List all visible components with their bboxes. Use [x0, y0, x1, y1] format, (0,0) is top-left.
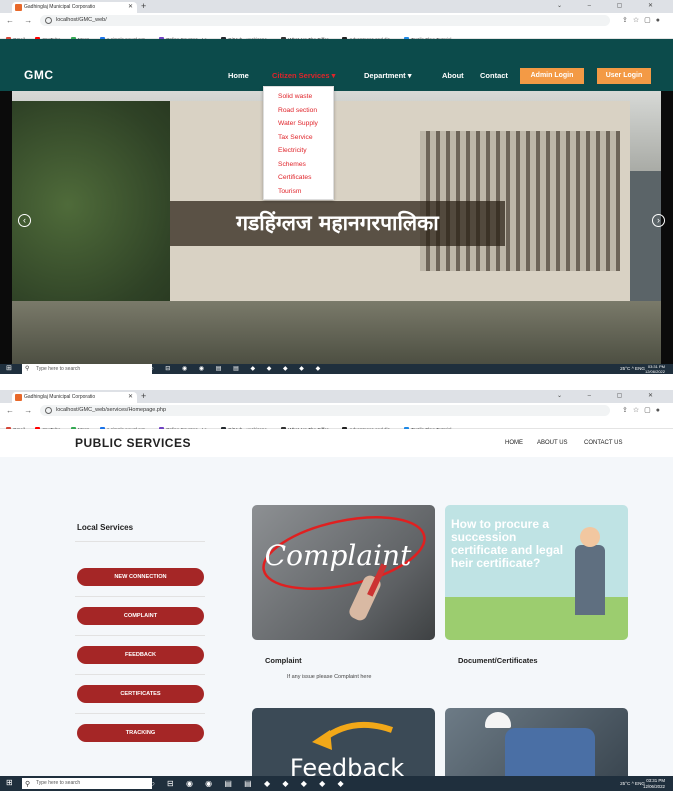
windows-start-icon[interactable]: ⊞ — [6, 779, 14, 787]
windows-start-icon[interactable]: ⊞ — [6, 365, 14, 373]
feedback-button[interactable]: FEEDBACK — [77, 646, 204, 664]
certificate-card-title[interactable]: Document/Certificates — [458, 656, 538, 665]
svg-text:Complaint: Complaint — [265, 539, 412, 572]
url-text: localhost/GMC_web/ — [56, 17, 107, 23]
nav-department[interactable]: Department ▾ — [364, 60, 412, 91]
hero-ground — [0, 301, 673, 364]
dropdown-item-water-supply[interactable]: Water Supply — [264, 117, 333, 131]
sidebar-divider — [75, 596, 205, 597]
browser-actions[interactable]: ⇪☆▢● — [622, 14, 665, 27]
address-bar-row: ← → ⟳ localhost/GMC_web/services/Homepag… — [0, 403, 673, 418]
browser-tab-bar: Gadhinglaj Municipal Corporatio ✕ + ⌄ – … — [0, 0, 673, 13]
nav-about[interactable]: About — [442, 60, 464, 91]
citizen-services-dropdown: Solid waste Road section Water Supply Ta… — [263, 86, 334, 200]
gmc-navbar: GMC Home Citizen Services ▾ Department ▾… — [0, 60, 673, 91]
system-tray[interactable]: 25°C ^ ENG — [620, 776, 645, 791]
card-worker — [505, 728, 595, 778]
sidebar-divider — [75, 635, 205, 636]
complaint-card-desc: If any issue please Complaint here — [287, 674, 372, 680]
bookmarks-bar: Gmail YouTube Maps A simple newsl.net...… — [0, 418, 673, 432]
new-connection-button[interactable]: NEW CONNECTION — [77, 568, 204, 586]
hero-title: गडहिंग्लज महानगरपालिका — [236, 211, 439, 235]
card-person-head — [580, 527, 600, 547]
taskbar: ⊞ ⚲ Type here to search ○ ⊟ ◉ ◉ ▤ ▤ ◆ ◆ … — [0, 364, 673, 374]
ps-nav-home[interactable]: HOME — [505, 440, 523, 446]
user-login-button[interactable]: User Login — [597, 68, 651, 84]
url-field[interactable]: localhost/GMC_web/services/Homepage.php — [40, 405, 610, 416]
taskbar-search[interactable]: ⚲ Type here to search — [22, 364, 152, 374]
new-tab-icon[interactable]: + — [141, 0, 146, 12]
ps-nav-about[interactable]: ABOUT US — [537, 440, 568, 446]
favicon-icon — [15, 394, 22, 401]
taskbar: ⊞ ⚲ Type here to search ○ ⊟ ◉ ◉ ▤ ▤ ◆ ◆ … — [0, 776, 673, 791]
sidebar-divider — [75, 713, 205, 714]
dropdown-item-electricity[interactable]: Electricity — [264, 144, 333, 158]
bookmarks-bar: Gmail YouTube Maps A simple newsl.net...… — [0, 28, 673, 42]
url-field[interactable]: localhost/GMC_web/ — [40, 15, 610, 26]
hero-right-edge — [661, 91, 673, 364]
search-icon: ⚲ — [25, 366, 30, 372]
sidebar-divider — [75, 541, 205, 542]
search-icon: ⚲ — [25, 781, 31, 788]
card-helmet — [485, 712, 511, 728]
dropdown-item-certificates[interactable]: Certificates — [264, 171, 333, 185]
hero-carousel: गडहिंग्लज महानगरपालिका ‹ › — [0, 91, 673, 364]
browser-tab[interactable]: Gadhinglaj Municipal Corporatio ✕ — [12, 392, 137, 403]
taskbar-search[interactable]: ⚲ Type here to search — [22, 778, 152, 789]
address-bar-row: ← → ⟳ localhost/GMC_web/ ⇪☆▢● — [0, 13, 673, 28]
feedback-card-image[interactable]: Feedback — [252, 708, 435, 778]
complaint-button[interactable]: COMPLAINT — [77, 607, 204, 625]
ps-site-title[interactable]: PUBLIC SERVICES — [75, 436, 191, 450]
close-tab-icon[interactable]: ✕ — [128, 392, 133, 403]
favicon-icon — [15, 4, 22, 11]
screenshot-public-services: Gadhinglaj Municipal Corporatio ✕ + ⌄ – … — [0, 390, 673, 791]
nav-home[interactable]: Home — [228, 60, 249, 91]
clock[interactable]: 03:31 PM 12/06/2022 — [645, 364, 665, 374]
site-info-icon[interactable] — [45, 407, 52, 414]
browser-tab-bar: Gadhinglaj Municipal Corporatio ✕ + ⌄ – … — [0, 390, 673, 403]
ps-nav-contact[interactable]: CONTACT US — [584, 440, 622, 446]
carousel-prev-icon[interactable]: ‹ — [18, 214, 31, 227]
sidebar-heading: Local Services — [77, 523, 134, 532]
svg-text:Feedback: Feedback — [290, 754, 404, 778]
window-controls[interactable]: ⌄ – ▢ ✕ — [557, 0, 665, 12]
site-info-icon[interactable] — [45, 17, 52, 24]
site-top-strip — [0, 39, 673, 60]
system-tray[interactable]: 25°C ^ ENG — [620, 364, 645, 374]
ps-header: PUBLIC SERVICES HOME ABOUT US CONTACT US — [0, 429, 673, 457]
nav-contact[interactable]: Contact — [480, 60, 508, 91]
complaint-card-title[interactable]: Complaint — [265, 656, 302, 665]
sidebar-divider — [75, 674, 205, 675]
gmc-logo[interactable]: GMC — [24, 68, 54, 82]
clock[interactable]: 03:31 PM 12/06/2022 — [643, 778, 665, 789]
new-tab-icon[interactable]: + — [141, 390, 146, 402]
hero-left-edge — [0, 91, 12, 364]
browser-actions[interactable]: ⇪☆▢● — [622, 404, 665, 417]
complaint-card-image[interactable]: Complaint — [252, 505, 435, 640]
url-text: localhost/GMC_web/services/Homepage.php — [56, 407, 167, 413]
admin-login-button[interactable]: Admin Login — [520, 68, 584, 84]
complaint-illustration: Complaint — [262, 516, 426, 621]
dropdown-item-solid-waste[interactable]: Solid waste — [264, 90, 333, 104]
tracking-button[interactable]: TRACKING — [77, 724, 204, 742]
dropdown-item-road-section[interactable]: Road section — [264, 104, 333, 118]
dropdown-item-schemes[interactable]: Schemes — [264, 158, 333, 172]
certificate-card-heading: How to procure a succession certificate … — [451, 517, 564, 570]
water-card-image[interactable] — [445, 708, 628, 778]
certificate-card-image[interactable]: How to procure a succession certificate … — [445, 505, 628, 640]
taskbar-apps[interactable]: ○ ⊟ ◉ ◉ ▤ ▤ ◆ ◆ ◆ ◆ ◆ — [150, 364, 325, 374]
certificates-button[interactable]: CERTIFICATES — [77, 685, 204, 703]
window-controls[interactable]: ⌄ – ▢ ✕ — [557, 390, 665, 402]
carousel-next-icon[interactable]: › — [652, 214, 665, 227]
dropdown-item-tax-service[interactable]: Tax Service — [264, 131, 333, 145]
taskbar-apps[interactable]: ○ ⊟ ◉ ◉ ▤ ▤ ◆ ◆ ◆ ◆ ◆ — [150, 777, 349, 790]
browser-tab[interactable]: Gadhinglaj Municipal Corporatio ✕ — [12, 2, 137, 13]
card-person — [575, 545, 605, 615]
screenshot-gmc-home: Gadhinglaj Municipal Corporatio ✕ + ⌄ – … — [0, 0, 673, 374]
close-tab-icon[interactable]: ✕ — [128, 2, 133, 13]
tab-title: Gadhinglaj Municipal Corporatio — [24, 394, 96, 400]
tab-title: Gadhinglaj Municipal Corporatio — [24, 4, 96, 10]
feedback-illustration: Feedback — [290, 721, 404, 778]
dropdown-item-tourism[interactable]: Tourism — [264, 185, 333, 199]
